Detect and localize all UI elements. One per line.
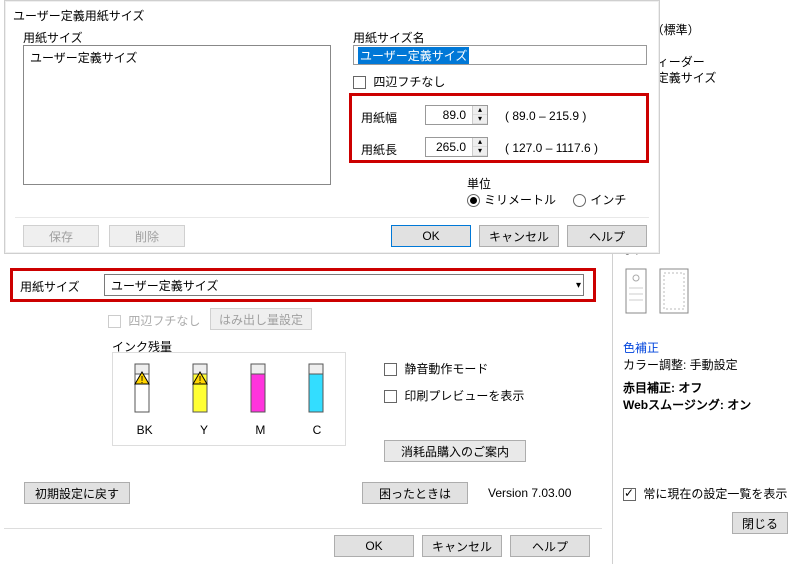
main-ok-button[interactable]: OK xyxy=(334,535,414,557)
chevron-down-icon: ▾ xyxy=(576,280,581,291)
ink-cartridge xyxy=(301,358,331,423)
borderless-label: 四辺フチなし xyxy=(128,314,200,328)
show-settings-list-checkbox[interactable] xyxy=(623,488,636,501)
spin-down-icon[interactable]: ▾ xyxy=(473,147,487,156)
dialog-help-button[interactable]: ヘルプ xyxy=(567,225,647,247)
length-range: ( 127.0 – 1117.6 ) xyxy=(505,141,598,155)
paper-size-dropdown[interactable]: ユーザー定義サイズ ▾ xyxy=(104,274,584,296)
ink-name: BK xyxy=(137,423,153,437)
ink-cartridge: ! xyxy=(127,358,157,423)
unit-label: 単位 xyxy=(467,175,491,192)
print-preview-label: 印刷プレビューを表示 xyxy=(404,389,524,403)
dialog-cancel-button[interactable]: キャンセル xyxy=(479,225,559,247)
main-help-button[interactable]: ヘルプ xyxy=(510,535,590,557)
length-spinner[interactable]: ▴▾ xyxy=(425,137,488,157)
reset-defaults-button[interactable]: 初期設定に戻す xyxy=(24,482,130,504)
show-settings-list-label: 常に現在の設定一覧を表示 xyxy=(643,487,787,501)
unit-inch-radio[interactable]: インチ xyxy=(573,193,626,207)
delete-button: 削除 xyxy=(109,225,185,247)
width-label: 用紙幅 xyxy=(361,109,397,126)
color-correction-header: 色補正 xyxy=(623,340,790,357)
overflow-settings-button: はみ出し量設定 xyxy=(210,308,312,330)
version-label: Version 7.03.00 xyxy=(488,486,571,500)
quiet-mode-label: 静音動作モード xyxy=(404,362,488,376)
close-button[interactable]: 閉じる xyxy=(732,512,788,534)
list-item[interactable]: ユーザー定義サイズ xyxy=(24,46,330,69)
troubleshoot-button[interactable]: 困ったときは xyxy=(362,482,468,504)
color-adjust: カラー調整: 手動設定 xyxy=(623,357,790,374)
unit-mm-radio[interactable]: ミリメートル xyxy=(467,193,556,207)
paper-size-value: ユーザー定義サイズ xyxy=(111,277,218,294)
dialog-borderless-label: 四辺フチなし xyxy=(373,75,445,89)
dialog-borderless-checkbox[interactable] xyxy=(353,76,366,89)
paper-name-label: 用紙サイズ名 xyxy=(353,29,425,46)
width-spinner[interactable]: ▴▾ xyxy=(425,105,488,125)
spin-down-icon[interactable]: ▾ xyxy=(473,115,487,124)
length-input[interactable] xyxy=(426,138,472,156)
dialog-title: ユーザー定義用紙サイズ xyxy=(13,7,144,24)
paper-size-list-label: 用紙サイズ xyxy=(23,29,83,46)
length-label: 用紙長 xyxy=(361,141,397,158)
websmoothing: Webスムージング: オン xyxy=(623,397,790,414)
paper-size-label: 用紙サイズ xyxy=(20,278,80,295)
ink-name: Y xyxy=(200,423,208,437)
main-cancel-button[interactable]: キャンセル xyxy=(422,535,502,557)
borderless-checkbox xyxy=(108,315,121,328)
ink-name: C xyxy=(313,423,322,437)
width-range: ( 89.0 – 215.9 ) xyxy=(505,109,586,123)
paper-icon xyxy=(625,268,647,314)
svg-text:!: ! xyxy=(199,375,202,386)
quiet-mode-checkbox[interactable] xyxy=(384,363,397,376)
ink-name: M xyxy=(255,423,265,437)
save-button: 保存 xyxy=(23,225,99,247)
dialog-ok-button[interactable]: OK xyxy=(391,225,471,247)
paper-name-input[interactable]: ユーザー定義サイズ xyxy=(353,45,647,65)
width-input[interactable] xyxy=(426,106,472,124)
ink-cartridge: ! xyxy=(185,358,215,423)
paper-size-listbox[interactable]: ユーザー定義サイズ xyxy=(23,45,331,185)
svg-text:!: ! xyxy=(141,375,144,386)
stamp-icon xyxy=(659,268,689,314)
redeye: 赤目補正: オフ xyxy=(623,380,790,397)
ink-cartridge xyxy=(243,358,273,423)
print-preview-checkbox[interactable] xyxy=(384,390,397,403)
consumables-button[interactable]: 消耗品購入のご案内 xyxy=(384,440,526,462)
